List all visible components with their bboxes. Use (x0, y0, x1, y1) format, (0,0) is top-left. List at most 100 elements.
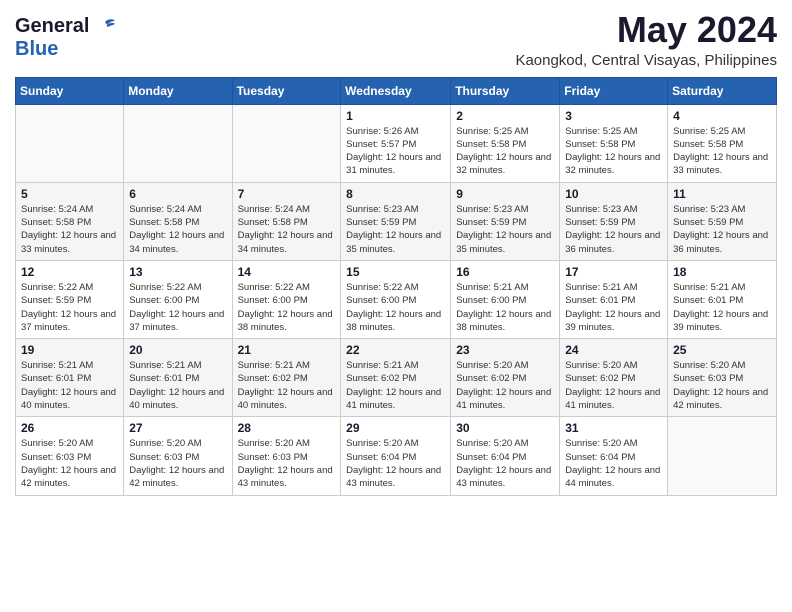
calendar-cell: 20 Sunrise: 5:21 AMSunset: 6:01 PMDayligh… (124, 339, 232, 417)
calendar-cell (668, 417, 777, 495)
day-number: 7 (238, 187, 336, 201)
day-number: 23 (456, 343, 554, 357)
day-number: 30 (456, 421, 554, 435)
day-info: Sunrise: 5:20 AMSunset: 6:04 PMDaylight:… (346, 437, 445, 490)
week-row-3: 12 Sunrise: 5:22 AMSunset: 5:59 PMDayligh… (16, 260, 777, 338)
calendar-cell: 11 Sunrise: 5:23 AMSunset: 5:59 PMDayligh… (668, 182, 777, 260)
calendar-cell: 24 Sunrise: 5:20 AMSunset: 6:02 PMDayligh… (560, 339, 668, 417)
day-number: 12 (21, 265, 118, 279)
header-wednesday: Wednesday (341, 77, 451, 104)
logo-general-text: General (15, 15, 89, 38)
logo-bird-icon (93, 18, 117, 36)
month-title: May 2024 (515, 10, 777, 50)
calendar-cell: 8Sunrise: 5:23 AMSunset: 5:59 PMDaylight… (341, 182, 451, 260)
day-number: 15 (346, 265, 445, 279)
header-thursday: Thursday (451, 77, 560, 104)
day-info: Sunrise: 5:20 AMSunset: 6:02 PMDaylight:… (456, 359, 554, 412)
calendar-cell: 12 Sunrise: 5:22 AMSunset: 5:59 PMDayligh… (16, 260, 124, 338)
day-number: 22 (346, 343, 445, 357)
calendar-cell: 31 Sunrise: 5:20 AMSunset: 6:04 PMDayligh… (560, 417, 668, 495)
day-number: 1 (346, 109, 445, 123)
day-info: Sunrise: 5:21 AMSunset: 6:01 PMDaylight:… (21, 359, 118, 412)
calendar-cell: 22 Sunrise: 5:21 AMSunset: 6:02 PMDayligh… (341, 339, 451, 417)
calendar-cell: 18Sunrise: 5:21 AMSunset: 6:01 PMDayligh… (668, 260, 777, 338)
day-number: 31 (565, 421, 662, 435)
day-info: Sunrise: 5:20 AMSunset: 6:03 PMDaylight:… (238, 437, 336, 490)
calendar-cell: 14Sunrise: 5:22 AMSunset: 6:00 PMDayligh… (232, 260, 341, 338)
day-info: Sunrise: 5:24 AMSunset: 5:58 PMDaylight:… (129, 203, 226, 256)
day-info: Sunrise: 5:26 AMSunset: 5:57 PMDaylight:… (346, 125, 445, 178)
calendar-cell: 27Sunrise: 5:20 AMSunset: 6:03 PMDayligh… (124, 417, 232, 495)
header-friday: Friday (560, 77, 668, 104)
day-info: Sunrise: 5:23 AMSunset: 5:59 PMDaylight:… (456, 203, 554, 256)
calendar-cell: 15 Sunrise: 5:22 AMSunset: 6:00 PMDayligh… (341, 260, 451, 338)
week-row-2: 5 Sunrise: 5:24 AMSunset: 5:58 PMDaylight… (16, 182, 777, 260)
day-info: Sunrise: 5:25 AMSunset: 5:58 PMDaylight:… (456, 125, 554, 178)
calendar-cell: 5 Sunrise: 5:24 AMSunset: 5:58 PMDaylight… (16, 182, 124, 260)
week-row-1: 1 Sunrise: 5:26 AMSunset: 5:57 PMDaylight… (16, 104, 777, 182)
day-info: Sunrise: 5:24 AMSunset: 5:58 PMDaylight:… (238, 203, 336, 256)
calendar-cell: 1 Sunrise: 5:26 AMSunset: 5:57 PMDaylight… (341, 104, 451, 182)
calendar-cell (16, 104, 124, 182)
day-info: Sunrise: 5:22 AMSunset: 6:00 PMDaylight:… (129, 281, 226, 334)
day-number: 26 (21, 421, 118, 435)
calendar-header-row: SundayMondayTuesdayWednesdayThursdayFrid… (16, 77, 777, 104)
calendar-cell: 7 Sunrise: 5:24 AMSunset: 5:58 PMDaylight… (232, 182, 341, 260)
calendar-cell: 10Sunrise: 5:23 AMSunset: 5:59 PMDayligh… (560, 182, 668, 260)
title-area: May 2024 Kaongkod, Central Visayas, Phil… (515, 10, 777, 69)
day-number: 18 (673, 265, 771, 279)
day-info: Sunrise: 5:20 AMSunset: 6:02 PMDaylight:… (565, 359, 662, 412)
calendar-cell: 21Sunrise: 5:21 AMSunset: 6:02 PMDayligh… (232, 339, 341, 417)
day-number: 5 (21, 187, 118, 201)
day-info: Sunrise: 5:23 AMSunset: 5:59 PMDaylight:… (673, 203, 771, 256)
day-number: 16 (456, 265, 554, 279)
day-number: 19 (21, 343, 118, 357)
day-number: 13 (129, 265, 226, 279)
header-sunday: Sunday (16, 77, 124, 104)
day-info: Sunrise: 5:20 AMSunset: 6:04 PMDaylight:… (565, 437, 662, 490)
calendar-cell: 29 Sunrise: 5:20 AMSunset: 6:04 PMDayligh… (341, 417, 451, 495)
header-tuesday: Tuesday (232, 77, 341, 104)
day-info: Sunrise: 5:21 AMSunset: 6:02 PMDaylight:… (346, 359, 445, 412)
day-number: 27 (129, 421, 226, 435)
calendar-cell (124, 104, 232, 182)
logo-blue-text: Blue (15, 38, 58, 60)
calendar-cell (232, 104, 341, 182)
day-number: 28 (238, 421, 336, 435)
day-number: 6 (129, 187, 226, 201)
day-number: 29 (346, 421, 445, 435)
day-info: Sunrise: 5:22 AMSunset: 6:00 PMDaylight:… (346, 281, 445, 334)
header-monday: Monday (124, 77, 232, 104)
calendar-cell: 16Sunrise: 5:21 AMSunset: 6:00 PMDayligh… (451, 260, 560, 338)
calendar-cell: 17 Sunrise: 5:21 AMSunset: 6:01 PMDayligh… (560, 260, 668, 338)
day-number: 20 (129, 343, 226, 357)
calendar-cell: 30 Sunrise: 5:20 AMSunset: 6:04 PMDayligh… (451, 417, 560, 495)
calendar-cell: 4Sunrise: 5:25 AMSunset: 5:58 PMDaylight… (668, 104, 777, 182)
calendar-cell: 9Sunrise: 5:23 AMSunset: 5:59 PMDaylight… (451, 182, 560, 260)
week-row-5: 26 Sunrise: 5:20 AMSunset: 6:03 PMDayligh… (16, 417, 777, 495)
day-number: 24 (565, 343, 662, 357)
day-info: Sunrise: 5:23 AMSunset: 5:59 PMDaylight:… (346, 203, 445, 256)
day-info: Sunrise: 5:20 AMSunset: 6:03 PMDaylight:… (21, 437, 118, 490)
day-info: Sunrise: 5:20 AMSunset: 6:03 PMDaylight:… (673, 359, 771, 412)
day-info: Sunrise: 5:25 AMSunset: 5:58 PMDaylight:… (673, 125, 771, 178)
day-info: Sunrise: 5:22 AMSunset: 5:59 PMDaylight:… (21, 281, 118, 334)
calendar-cell: 23 Sunrise: 5:20 AMSunset: 6:02 PMDayligh… (451, 339, 560, 417)
day-number: 17 (565, 265, 662, 279)
calendar-table: SundayMondayTuesdayWednesdayThursdayFrid… (15, 77, 777, 496)
calendar-cell: 2Sunrise: 5:25 AMSunset: 5:58 PMDaylight… (451, 104, 560, 182)
day-info: Sunrise: 5:21 AMSunset: 6:01 PMDaylight:… (129, 359, 226, 412)
header-saturday: Saturday (668, 77, 777, 104)
calendar-cell: 28 Sunrise: 5:20 AMSunset: 6:03 PMDayligh… (232, 417, 341, 495)
day-info: Sunrise: 5:21 AMSunset: 6:01 PMDaylight:… (565, 281, 662, 334)
day-info: Sunrise: 5:24 AMSunset: 5:58 PMDaylight:… (21, 203, 118, 256)
logo: General Blue (15, 15, 117, 61)
calendar-cell: 26 Sunrise: 5:20 AMSunset: 6:03 PMDayligh… (16, 417, 124, 495)
day-number: 25 (673, 343, 771, 357)
day-info: Sunrise: 5:20 AMSunset: 6:04 PMDaylight:… (456, 437, 554, 490)
calendar-cell: 3 Sunrise: 5:25 AMSunset: 5:58 PMDaylight… (560, 104, 668, 182)
day-number: 21 (238, 343, 336, 357)
day-info: Sunrise: 5:25 AMSunset: 5:58 PMDaylight:… (565, 125, 662, 178)
day-number: 3 (565, 109, 662, 123)
day-number: 11 (673, 187, 771, 201)
